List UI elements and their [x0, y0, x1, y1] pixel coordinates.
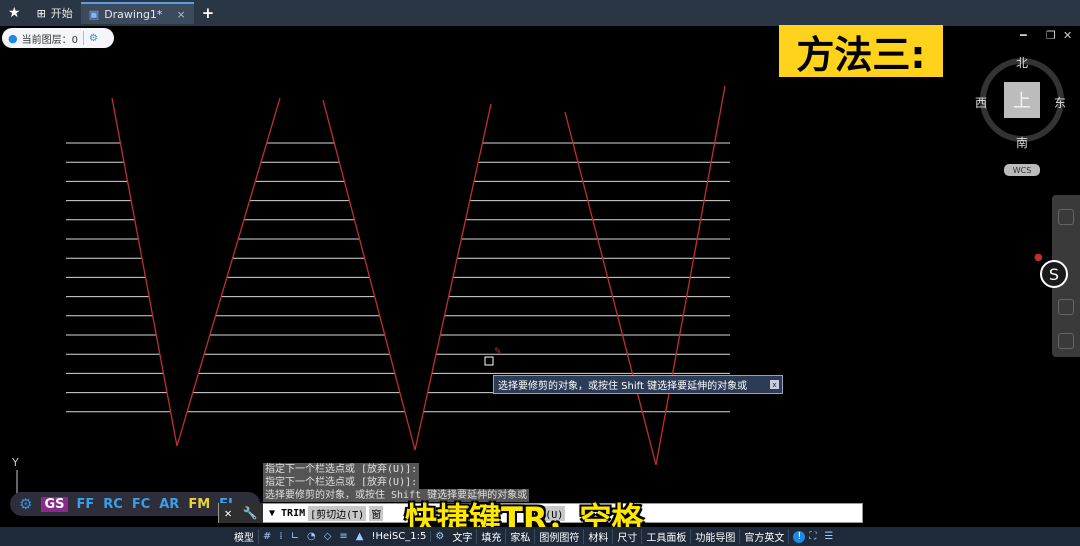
location-pin-icon: ●	[8, 31, 18, 45]
pick-box	[484, 356, 494, 366]
command-line-controls: ✕ 🔧	[219, 503, 263, 523]
ext-rc-button[interactable]: RC	[103, 497, 123, 512]
customize-wrench-icon[interactable]: 🔧	[243, 506, 258, 520]
zigzag-line	[176, 97, 281, 447]
restore-icon[interactable]: ❐	[1046, 29, 1056, 42]
ext-ff-button[interactable]: FF	[77, 497, 95, 512]
command-name: TRIM	[281, 507, 306, 519]
current-layer-label: 当前图层：0	[21, 34, 78, 46]
tooltip-text: 选择要修剪的对象，或按住 Shift 键选择要延伸的对象或	[498, 381, 748, 392]
recent-commands-icon[interactable]: ▼	[269, 508, 275, 519]
ext-fm-button[interactable]: FM	[188, 497, 210, 512]
divider	[82, 31, 84, 45]
workspace-gear-icon[interactable]: ⚙	[431, 531, 448, 542]
compass-east[interactable]: 东	[1054, 94, 1066, 111]
navigation-wheel-icon[interactable]: S	[1040, 260, 1068, 288]
ucs-y-label: Y	[12, 456, 19, 469]
status-item-furniture[interactable]: 家私	[506, 529, 536, 544]
ext-fc-button[interactable]: FC	[132, 497, 150, 512]
method-title-box: 方法三:	[779, 25, 943, 77]
drawing-canvas[interactable]: ✎	[0, 0, 1080, 546]
customize-menu-icon[interactable]: ☰	[820, 531, 837, 542]
command-history-line: 指定下一个栏选点或 [放弃(U)]:	[263, 463, 420, 476]
cursor-glyph: ✎	[494, 347, 502, 357]
horizontal-lines	[66, 142, 730, 413]
close-window-icon[interactable]: ✕	[1063, 29, 1072, 42]
command-option-window[interactable]: 窗	[369, 505, 384, 521]
minimize-icon[interactable]: ━	[1020, 29, 1027, 42]
zigzag-line	[322, 99, 416, 451]
steering-wheel-icon[interactable]	[1058, 209, 1074, 225]
model-space-button[interactable]: 模型	[230, 529, 259, 544]
ext-ar-button[interactable]: AR	[159, 497, 179, 512]
pin-marker-icon: ●	[1034, 252, 1043, 263]
command-history-line: 指定下一个栏选点或 [放弃(U)]:	[263, 476, 420, 489]
viewcube-top-face[interactable]: 上	[1004, 82, 1040, 118]
status-item-function-map[interactable]: 功能导图	[691, 529, 741, 544]
ext-gs-button[interactable]: GS	[41, 496, 68, 512]
status-item-material[interactable]: 材料	[584, 529, 614, 544]
info-icon[interactable]: !	[793, 530, 806, 543]
zigzag-line	[111, 97, 178, 447]
status-item-tool-palette[interactable]: 工具面板	[642, 529, 692, 544]
annotation-scale-icon[interactable]: ▲	[352, 531, 368, 542]
status-item-text[interactable]: 文字	[448, 529, 478, 544]
compass-north[interactable]: 北	[1016, 54, 1028, 71]
status-bar: 模型 # ⁞ ∟ ◔ ◇ ≡ ▲ !HeiSC_1:5 ⚙ 文字 填充 家私 图…	[0, 527, 1080, 546]
command-option-cut-edge[interactable]: [剪切边(T)	[308, 505, 367, 521]
wcs-menu[interactable]: WCS	[1004, 164, 1040, 176]
status-item-official-english[interactable]: 官方英文	[740, 529, 790, 544]
grid-icon[interactable]: #	[259, 531, 275, 542]
current-layer-indicator[interactable]: ● 当前图层：0 ⚙	[2, 28, 114, 48]
settings-gear-icon[interactable]: ⚙	[89, 33, 98, 44]
pan-icon[interactable]	[1058, 299, 1074, 315]
tooltip-close-icon[interactable]: x	[770, 380, 779, 389]
fullscreen-icon[interactable]: ⛶	[805, 531, 820, 542]
snap-icon[interactable]: ⁞	[275, 531, 286, 542]
compass-south[interactable]: 南	[1016, 134, 1028, 151]
status-item-fill[interactable]: 填充	[477, 529, 507, 544]
status-item-legend[interactable]: 图例图符	[535, 529, 585, 544]
viewcube[interactable]: 上 北 南 西 东	[975, 56, 1066, 150]
plugin-gear-icon[interactable]: ⚙	[19, 495, 32, 513]
close-command-icon[interactable]: ✕	[224, 506, 231, 520]
compass-west[interactable]: 西	[975, 94, 987, 111]
lineweight-icon[interactable]: ≡	[335, 531, 351, 542]
osnap-icon[interactable]: ◇	[320, 531, 336, 542]
trim-tooltip: 选择要修剪的对象，或按住 Shift 键选择要延伸的对象或 x	[493, 375, 783, 394]
status-item-dimension[interactable]: 尺寸	[613, 529, 643, 544]
polar-icon[interactable]: ◔	[303, 531, 320, 542]
annotation-scale-value[interactable]: !HeiSC_1:5	[368, 531, 432, 542]
ortho-icon[interactable]: ∟	[287, 531, 303, 542]
showmotion-icon[interactable]	[1058, 333, 1074, 349]
